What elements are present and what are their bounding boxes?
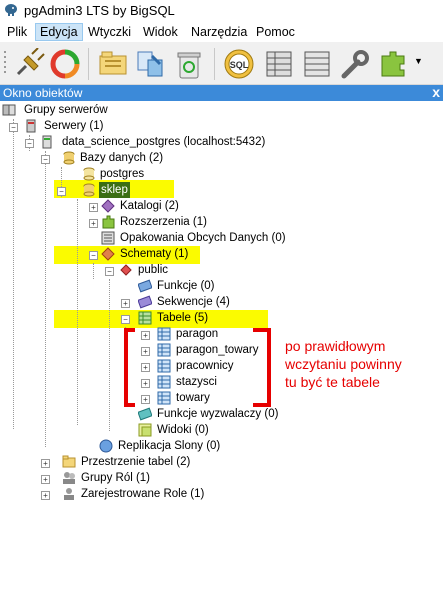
chevron-down-icon[interactable]: ▼ <box>414 56 423 66</box>
toolbar-separator <box>88 48 89 80</box>
tree-server-group[interactable]: Grupy serwerów <box>24 102 108 118</box>
collapse-icon[interactable]: − <box>105 267 114 276</box>
collapse-icon[interactable]: − <box>121 315 130 324</box>
tree-databases[interactable]: Bazy danych (2) <box>80 150 163 166</box>
expand-icon[interactable]: + <box>41 475 50 484</box>
open-folder-icon[interactable] <box>96 48 130 80</box>
connect-icon[interactable] <box>12 48 46 80</box>
plugin-icon[interactable] <box>376 48 410 80</box>
server-group-icon <box>2 104 16 116</box>
menu-widok[interactable]: Widok <box>139 24 182 40</box>
tree-functions[interactable]: Funkcje (0) <box>157 278 215 294</box>
title-bar: pgAdmin3 LTS by BigSQL <box>0 0 443 22</box>
database-icon <box>83 167 95 181</box>
tree-login-roles[interactable]: Zarejestrowane Role (1) <box>81 486 204 502</box>
tree-tablespaces[interactable]: Przestrzenie tabel (2) <box>81 454 190 470</box>
menu-bar: Plik Edycja Wtyczki Widok Narzędzia Pomo… <box>0 22 443 42</box>
tree-sequences[interactable]: Sekwencje (4) <box>157 294 230 310</box>
elephant-app-icon <box>5 4 17 16</box>
database-icon <box>83 183 95 197</box>
tree-servers[interactable]: Serwery (1) <box>44 118 103 134</box>
refresh-icon[interactable] <box>48 48 82 80</box>
expand-icon[interactable]: + <box>89 203 98 212</box>
tree-fdw[interactable]: Opakowania Obcych Danych (0) <box>120 230 286 246</box>
window-title: pgAdmin3 LTS by BigSQL <box>24 3 175 18</box>
tree-db-postgres[interactable]: postgres <box>100 166 144 182</box>
annotation-note: po prawidłowym wczytaniu powinny tu być … <box>285 337 402 391</box>
expand-icon[interactable]: + <box>121 299 130 308</box>
expand-icon[interactable]: + <box>41 459 50 468</box>
tree-schemas[interactable]: Schematy (1) <box>120 246 188 262</box>
properties-icon[interactable] <box>134 48 168 80</box>
catalogs-icon <box>101 199 115 213</box>
schemas-icon <box>101 247 115 261</box>
grid-icon[interactable] <box>262 48 296 80</box>
tool-icon[interactable] <box>338 48 372 80</box>
tables-icon <box>138 311 152 325</box>
menu-edycja[interactable]: Edycja <box>35 23 83 41</box>
tree-catalogs[interactable]: Katalogi (2) <box>120 198 179 214</box>
menu-pomoc[interactable]: Pomoc <box>252 24 299 40</box>
tree-replication[interactable]: Replikacja Slony (0) <box>118 438 220 454</box>
extensions-icon <box>102 215 115 229</box>
sql-icon[interactable]: SQL <box>222 48 256 80</box>
annotation-line: po prawidłowym <box>285 338 386 354</box>
filter-icon[interactable] <box>300 48 334 80</box>
sequences-icon <box>138 295 152 309</box>
server-icon <box>42 135 52 149</box>
tree-db-sklep[interactable]: sklep <box>99 182 130 198</box>
menu-plik[interactable]: Plik <box>3 24 31 40</box>
collapse-icon[interactable]: − <box>25 139 34 148</box>
trash-icon[interactable] <box>172 48 206 80</box>
collapse-icon[interactable]: − <box>41 155 50 164</box>
svg-text:SQL: SQL <box>230 60 249 70</box>
expand-icon[interactable]: + <box>89 219 98 228</box>
panel-title: Okno obiektów <box>3 86 83 100</box>
collapse-icon[interactable]: − <box>89 251 98 260</box>
servers-icon <box>26 119 36 133</box>
collapse-icon[interactable]: − <box>57 187 66 196</box>
tree-extensions[interactable]: Rozszerzenia (1) <box>120 214 207 230</box>
functions-icon <box>138 279 152 293</box>
tree-schema-public[interactable]: public <box>138 262 168 278</box>
group-roles-icon <box>63 472 75 484</box>
red-bracket-annotation <box>124 328 271 407</box>
tree-tables[interactable]: Tabele (5) <box>157 310 208 326</box>
tree-server[interactable]: data_science_postgres (localhost:5432) <box>62 134 265 150</box>
object-tree: Grupy serwerów − Serwery (1) − data_scie… <box>0 101 443 611</box>
login-roles-icon <box>64 488 74 500</box>
trigger-functions-icon <box>138 407 152 421</box>
toolbar-separator <box>214 48 215 80</box>
views-icon <box>138 423 152 437</box>
replication-icon <box>99 439 113 453</box>
collapse-icon[interactable]: − <box>9 123 18 132</box>
schema-icon <box>120 264 132 276</box>
annotation-line: wczytaniu powinny <box>285 356 402 372</box>
databases-icon <box>63 151 75 165</box>
menu-wtyczki[interactable]: Wtyczki <box>84 24 135 40</box>
tree-group-roles[interactable]: Grupy Ról (1) <box>81 470 150 486</box>
menu-narzedzia[interactable]: Narzędzia <box>187 24 251 40</box>
expand-icon[interactable]: + <box>41 491 50 500</box>
tablespaces-icon <box>62 455 76 468</box>
foreign-data-wrapper-icon <box>101 231 115 245</box>
annotation-line: tu być te tabele <box>285 374 380 390</box>
tree-views[interactable]: Widoki (0) <box>157 422 209 438</box>
object-browser-header: Okno obiektów x <box>0 84 443 101</box>
toolbar: SQL ▼ <box>0 42 443 85</box>
close-icon[interactable]: x <box>432 84 440 100</box>
toolbar-grip <box>4 51 6 73</box>
